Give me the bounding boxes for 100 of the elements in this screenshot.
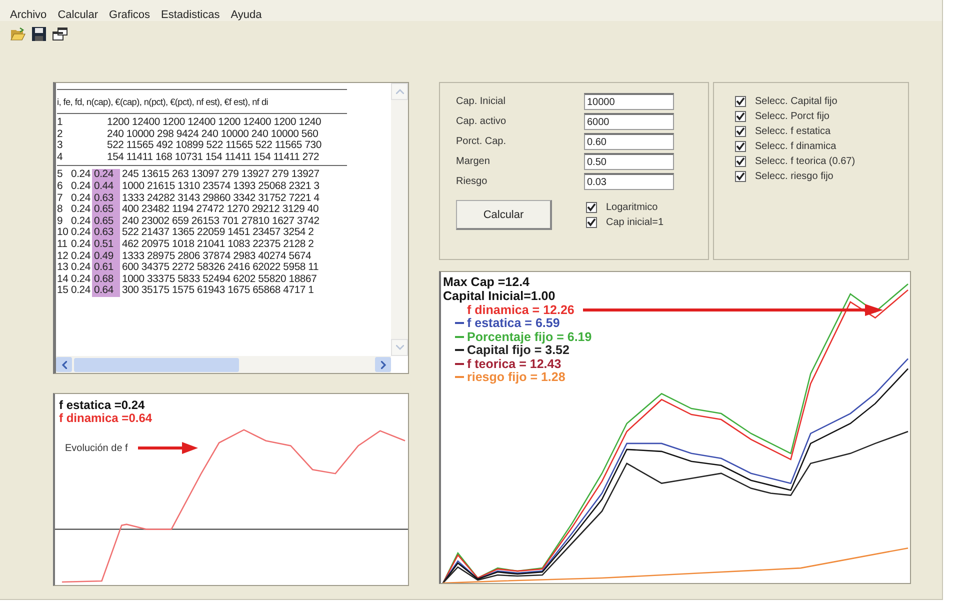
menu-item[interactable]: Ayuda (230, 9, 262, 21)
fd-value: 0.64 (92, 285, 120, 297)
row-index: 7 (57, 192, 64, 204)
row-values: 240 23002 659 26153 701 27810 1627 3742 (121, 216, 320, 228)
row-values: 154 11411 168 10731 154 11411 154 11411 272 (106, 152, 320, 164)
fd-value: 0.49 (92, 250, 120, 262)
fd-value: 0.63 (92, 227, 120, 239)
checkbox[interactable] (735, 156, 746, 167)
row-values: 245 13615 263 13097 279 13927 279 13927 (121, 169, 320, 181)
legend-entry: riesgo fijo = 1.28 (467, 370, 566, 384)
checkbox-label: Selecc. riesgo fijo (755, 171, 834, 182)
calcular-button[interactable]: Calcular (456, 200, 552, 230)
row-values: 600 34375 2272 58326 2416 62022 5958 11 (121, 262, 319, 274)
arrow-icon (138, 442, 198, 454)
checkbox-label: Selecc. Porct fijo (755, 111, 830, 122)
input-field[interactable]: 10000 (584, 93, 674, 110)
fe-value: 0.24 (71, 262, 92, 274)
fe-value: 0.24 (71, 169, 92, 181)
row-values: 1333 24282 3143 29860 3342 31752 7221 4 (121, 192, 320, 204)
row-index: 15 (57, 285, 70, 297)
legend-entry: f teorica = 12.43 (467, 356, 562, 371)
fd-value: 0.65 (92, 216, 120, 228)
row-values: 1333 28975 2806 37874 2983 40274 5674 (121, 250, 312, 262)
row-values: 522 11565 492 10899 522 11565 522 11565 730 (106, 140, 322, 152)
fd-value: 0.24 (92, 169, 120, 181)
checkbox[interactable] (735, 171, 746, 182)
properties-window-icon[interactable] (52, 27, 68, 41)
chart-summary-text: Capital Inicial=1.00 (443, 290, 556, 303)
row-index: 9 (57, 216, 64, 228)
row-values: 1200 12400 1200 12400 1200 12400 1200 1240 (106, 117, 322, 129)
fe-value: 0.24 (71, 250, 92, 262)
fe-value: 0.24 (71, 216, 92, 228)
checkbox[interactable] (735, 126, 746, 137)
input-field[interactable]: 0.60 (584, 133, 674, 150)
chart-legend-text: f estatica =0.24 (59, 399, 146, 412)
checkbox-label: Selecc. f dinamica (755, 141, 836, 152)
field-label: Margen (456, 156, 491, 167)
checkbox[interactable] (735, 96, 746, 107)
checkbox[interactable] (586, 217, 597, 228)
row-values: 462 20975 1018 21041 1083 22375 2128 2 (121, 238, 314, 251)
fd-value: 0.63 (92, 192, 120, 204)
chart-summary-text: Max Cap =12.4 (443, 276, 531, 290)
row-index: 12 (57, 250, 70, 262)
legend-entry: Porcentaje fijo = 6.19 (467, 330, 592, 344)
row-index: 6 (57, 180, 64, 193)
menu-item[interactable]: Archivo (10, 9, 47, 21)
fe-value: 0.24 (71, 192, 92, 204)
row-index: 4 (57, 152, 64, 164)
open-folder-icon[interactable] (10, 27, 26, 41)
row-index: 1 (57, 117, 64, 129)
fe-value: 0.24 (71, 227, 92, 239)
horizontal-scrollbar[interactable] (56, 356, 391, 373)
field-label: Cap. Inicial (456, 96, 506, 107)
row-index: 14 (57, 274, 70, 286)
fd-value: 0.61 (92, 262, 120, 274)
row-values: 400 23482 1194 27472 1270 29212 3129 40 (121, 204, 319, 216)
field-label: Porct. Cap. (456, 136, 508, 147)
annotation-text: Evolución de f (65, 442, 128, 454)
row-index: 3 (57, 140, 64, 152)
row-values: 240 10000 298 9424 240 10000 240 10000 560 (106, 128, 318, 140)
column-header-line: i, fe, fd, n(cap), €(cap), n(pct), €(pct), nf est), €f est), nf di (57, 96, 269, 109)
chart-legend-text: f dinamica =0.64 (59, 412, 152, 425)
row-index: 5 (57, 169, 64, 181)
fd-value: 0.51 (92, 238, 120, 251)
checkbox[interactable] (735, 111, 746, 122)
fe-value: 0.24 (71, 180, 92, 193)
fd-value: 0.44 (92, 180, 120, 193)
checkbox-label: Logaritmico (606, 202, 658, 213)
menu-item[interactable]: Graficos (109, 9, 150, 21)
fd-value: 0.65 (92, 204, 120, 216)
row-index: 13 (57, 262, 70, 274)
menu-item[interactable]: Calcular (58, 9, 98, 21)
input-field[interactable]: 0.50 (584, 153, 674, 170)
checkbox-label: Selecc. f estatica (755, 126, 831, 137)
row-index: 2 (57, 128, 64, 140)
scroll-left-icon[interactable] (62, 360, 66, 368)
fe-value: 0.24 (71, 285, 92, 297)
fe-value: 0.24 (71, 204, 92, 216)
legend-entry: f estatica = 6.59 (467, 316, 560, 330)
checkbox[interactable] (586, 202, 597, 213)
field-label: Riesgo (456, 176, 488, 187)
legend-entry: f dinamica = 12.26 (467, 302, 574, 317)
checkbox[interactable] (735, 141, 746, 152)
legend-entry: Capital fijo = 3.52 (467, 343, 570, 358)
checkbox-label: Selecc. Capital fijo (755, 96, 838, 107)
input-field[interactable]: 0.03 (584, 173, 674, 190)
fe-value: 0.24 (71, 274, 92, 286)
field-label: Cap. activo (456, 116, 508, 127)
row-index: 11 (57, 238, 68, 251)
checkbox-label: Cap inicial=1 (606, 217, 664, 228)
fe-value: 0.24 (71, 238, 92, 251)
scroll-right-icon[interactable] (380, 360, 386, 368)
row-values: 300 35175 1575 61943 1675 65868 4717 1 (121, 285, 314, 297)
row-values: 1000 33375 5833 52494 6202 55820 18867 (121, 274, 317, 286)
menu-item[interactable]: Estadisticas (161, 9, 220, 21)
input-field[interactable]: 6000 (584, 113, 674, 130)
fd-value: 0.68 (92, 274, 120, 286)
row-index: 10 (57, 227, 70, 239)
row-values: 1000 21615 1310 23574 1393 25068 2321 3 (121, 180, 320, 193)
row-index: 8 (57, 204, 64, 216)
